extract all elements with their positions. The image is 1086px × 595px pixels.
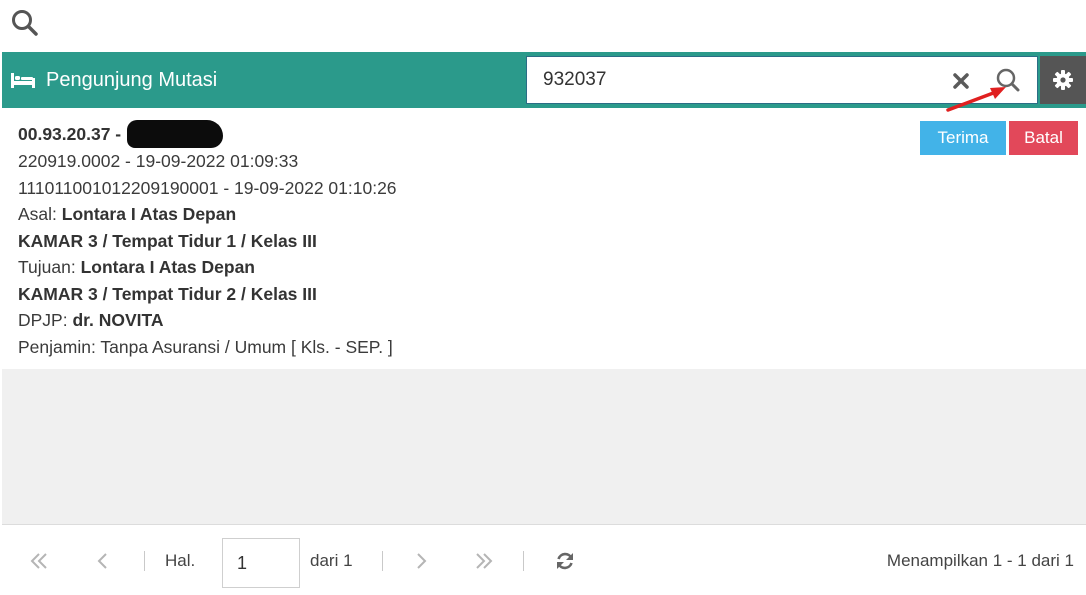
first-page-icon[interactable] — [28, 550, 50, 572]
last-page-icon[interactable] — [473, 550, 495, 572]
close-icon[interactable] — [948, 68, 974, 94]
origin-room: KAMAR 3 / Tempat Tidur 1 / Kelas III — [18, 230, 317, 251]
redacted-name — [127, 120, 224, 148]
pager-divider — [144, 551, 145, 571]
settings-button[interactable] — [1040, 56, 1086, 104]
record-line-registration: 220919.0002 - 19-09-2022 01:09:33 — [18, 151, 299, 171]
bed-icon — [11, 73, 35, 88]
search-icon[interactable] — [10, 8, 40, 38]
visitor-record: 00.93.20.37 - 220919.0002 - 19-09-2022 0… — [18, 120, 898, 360]
record-dpjp: DPJP: dr. NOVITA — [18, 307, 898, 334]
cancel-button[interactable]: Batal — [1009, 121, 1078, 155]
panel-title-label: Pengunjung Mutasi — [46, 68, 218, 91]
accept-button[interactable]: Terima — [920, 121, 1006, 155]
record-destination: Tujuan: Lontara I Atas Depan — [18, 254, 898, 281]
destination-label: Tujuan: — [18, 257, 76, 277]
destination-room: KAMAR 3 / Tempat Tidur 2 / Kelas III — [18, 283, 317, 304]
dpjp-label: DPJP: — [18, 310, 68, 330]
empty-list-area — [2, 369, 1086, 525]
record-guarantor: Penjamin: Tanpa Asuransi / Umum [ Kls. -… — [18, 336, 393, 357]
record-line-transfer: 11101100101220919000​1 - 19-09-2022 01:1… — [18, 177, 397, 198]
record-id: 00.93.20.37 - — [18, 120, 898, 148]
page-label: Hal. — [165, 551, 196, 570]
origin-label: Asal: — [18, 204, 57, 224]
destination-value: Lontara I Atas Depan — [80, 257, 255, 277]
panel-header: Pengunjung Mutasi — [2, 52, 1086, 108]
page-total-label: dari 1 — [310, 551, 353, 570]
search-box — [526, 56, 1038, 104]
pagination-status: Menampilkan 1 - 1 dari 1 — [886, 551, 1074, 570]
pagination-bar: Hal. dari 1 Menampilkan 1 - 1 dari 1 — [0, 526, 1086, 595]
origin-value: Lontara I Atas Depan — [61, 204, 237, 224]
refresh-icon[interactable] — [554, 550, 576, 572]
page-number-input[interactable] — [222, 538, 300, 588]
gear-icon — [1053, 70, 1073, 90]
panel-title: Pengunjung Mutasi — [10, 52, 217, 108]
pager-divider — [382, 551, 383, 571]
previous-page-icon[interactable] — [92, 550, 114, 572]
search-input[interactable] — [531, 63, 931, 97]
record-id-text: 00.93.20.37 - — [18, 124, 122, 144]
record-origin: Asal: Lontara I Atas Depan — [18, 201, 898, 228]
next-page-icon[interactable] — [410, 550, 432, 572]
search-icon[interactable] — [993, 66, 1023, 96]
dpjp-value: dr. NOVITA — [72, 310, 164, 330]
pager-divider — [523, 551, 524, 571]
